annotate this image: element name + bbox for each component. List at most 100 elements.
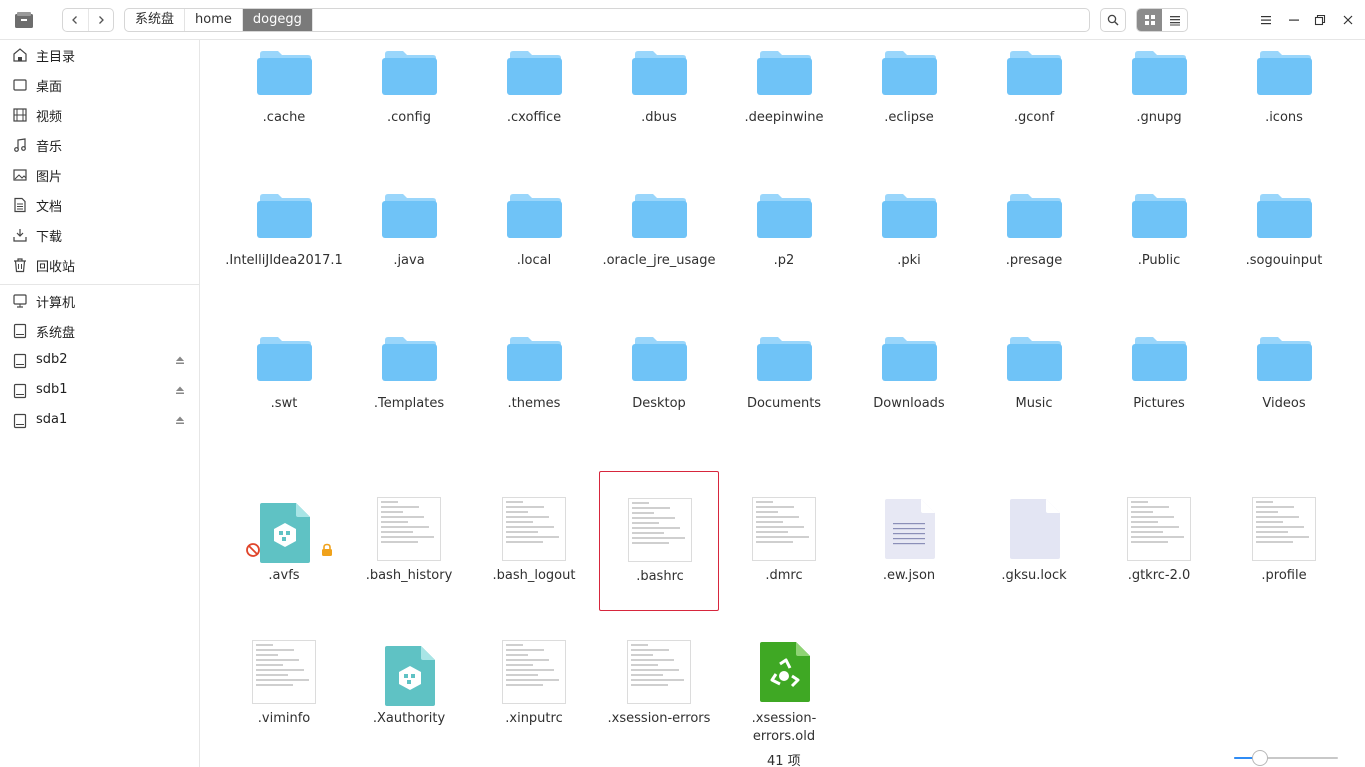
sidebar-item-music[interactable]: 音乐 [0, 130, 200, 160]
sidebar-item-computer[interactable]: 计算机 [0, 286, 200, 316]
file-name-label: .gtkrc-2.0 [1127, 568, 1191, 583]
sidebar-item-home[interactable]: 主目录 [0, 40, 200, 70]
folder-item[interactable]: Documents [724, 328, 844, 468]
folder-item[interactable]: .dbus [599, 42, 719, 182]
folder-item[interactable]: .deepinwine [724, 42, 844, 182]
eject-icon[interactable] [175, 355, 185, 365]
breadcrumb-item-home[interactable]: home [185, 9, 243, 31]
folder-item[interactable]: .icons [1224, 42, 1344, 182]
sidebar-divider [0, 284, 200, 285]
file-name-label: .dbus [641, 110, 677, 125]
file-item[interactable]: .bash_logout [474, 471, 594, 611]
disk-icon [13, 383, 27, 399]
folder-item[interactable]: Pictures [1099, 328, 1219, 468]
zoom-slider-handle[interactable] [1252, 750, 1268, 766]
navigation-buttons [62, 8, 114, 32]
sidebar-item-sdb1[interactable]: sdb1 [0, 376, 200, 406]
sidebar-item-videos[interactable]: 视频 [0, 100, 200, 130]
file-item[interactable]: .ew.json [849, 471, 969, 611]
folder-item[interactable]: .presage [974, 185, 1094, 325]
sidebar-item-label: 图片 [36, 170, 63, 185]
file-item[interactable]: .gksu.lock [974, 471, 1094, 611]
minimize-button[interactable] [1284, 10, 1304, 30]
eject-icon[interactable] [175, 415, 185, 425]
list-view-button[interactable] [1162, 9, 1187, 31]
folder-icon [1132, 337, 1187, 381]
hamburger-menu-icon [1261, 16, 1271, 25]
zoom-slider[interactable] [1234, 750, 1338, 766]
folder-item[interactable]: .sogouinput [1224, 185, 1344, 325]
folder-item[interactable]: .pki [849, 185, 969, 325]
file-item[interactable]: .xsession- errors.old [724, 614, 844, 754]
folder-item[interactable]: Videos [1224, 328, 1344, 468]
file-item[interactable]: .gtkrc-2.0 [1099, 471, 1219, 611]
file-manager-icon[interactable] [14, 10, 34, 30]
breadcrumb-item-system-disk[interactable]: 系统盘 [125, 9, 186, 31]
breadcrumb-item-current[interactable]: dogegg [242, 9, 313, 31]
folder-icon [1132, 194, 1187, 238]
folder-item[interactable]: Desktop [599, 328, 719, 468]
folder-item[interactable]: .config [349, 42, 469, 182]
icon-view-button[interactable] [1137, 9, 1162, 31]
sidebar-item-system-disk[interactable]: 系统盘 [0, 316, 200, 346]
file-name-label: .presage [1005, 253, 1063, 268]
sidebar-item-documents[interactable]: 文档 [0, 190, 200, 220]
folder-item[interactable]: .Templates [349, 328, 469, 468]
maximize-button[interactable] [1310, 10, 1330, 30]
sidebar-item-trash[interactable]: 回收站 [0, 250, 200, 280]
folder-item[interactable]: .oracle_jre_usage [599, 185, 719, 325]
folder-item[interactable]: .swt [224, 328, 344, 468]
file-item[interactable]: .bash_history [349, 471, 469, 611]
file-name-label: .bash_history [365, 568, 453, 583]
text-file-thumbnail [252, 640, 316, 704]
file-item[interactable]: .xsession-errors [599, 614, 719, 754]
sidebar-item-sdb2[interactable]: sdb2 [0, 346, 200, 376]
trash-icon [14, 258, 26, 273]
search-button[interactable] [1100, 8, 1126, 32]
folder-item[interactable]: .IntelliJIdea2017.1 [224, 185, 344, 325]
menu-button[interactable] [1256, 10, 1276, 30]
folder-item[interactable]: .themes [474, 328, 594, 468]
document-icon [14, 197, 26, 213]
blank-file-icon [1010, 499, 1060, 559]
sidebar-item-pictures[interactable]: 图片 [0, 160, 200, 190]
sidebar-item-sda1[interactable]: sda1 [0, 406, 200, 436]
forward-button[interactable] [87, 9, 114, 31]
folder-item[interactable]: .gconf [974, 42, 1094, 182]
file-item[interactable]: .avfs [224, 471, 344, 611]
file-item[interactable]: .bashrc [599, 471, 719, 611]
download-icon [13, 229, 27, 242]
file-item[interactable]: .Xauthority [349, 614, 469, 754]
text-file-thumbnail [628, 498, 692, 562]
file-name-label: .dmrc [765, 568, 803, 583]
folder-item[interactable]: .cxoffice [474, 42, 594, 182]
file-name-label: .cache [262, 110, 306, 125]
file-item[interactable]: .viminfo [224, 614, 344, 754]
package-file-icon [385, 646, 435, 706]
back-button[interactable] [63, 9, 88, 31]
folder-item[interactable]: Downloads [849, 328, 969, 468]
file-name-label: .themes [507, 396, 561, 411]
file-item[interactable]: .xinputrc [474, 614, 594, 754]
folder-item[interactable]: .eclipse [849, 42, 969, 182]
sidebar-item-desktop[interactable]: 桌面 [0, 70, 200, 100]
file-name-label: .oracle_jre_usage [602, 253, 716, 268]
folder-item[interactable]: .gnupg [1099, 42, 1219, 182]
file-name-label: .IntelliJIdea2017.1 [225, 253, 343, 268]
file-item[interactable]: .profile [1224, 471, 1344, 611]
folder-item[interactable]: .java [349, 185, 469, 325]
file-view: .cache .config .cxoffice .dbus .deepinwi… [201, 40, 1365, 767]
file-name-label: .swt [270, 396, 298, 411]
eject-icon[interactable] [175, 385, 185, 395]
close-button[interactable] [1338, 10, 1358, 30]
file-name-label: .Public [1137, 253, 1181, 268]
folder-item[interactable]: .cache [224, 42, 344, 182]
file-item[interactable]: .dmrc [724, 471, 844, 611]
file-name-label: .p2 [773, 253, 795, 268]
folder-item[interactable]: .Public [1099, 185, 1219, 325]
folder-item[interactable]: .p2 [724, 185, 844, 325]
sidebar-item-label: 文档 [36, 200, 63, 215]
folder-item[interactable]: Music [974, 328, 1094, 468]
sidebar-item-downloads[interactable]: 下载 [0, 220, 200, 250]
folder-item[interactable]: .local [474, 185, 594, 325]
